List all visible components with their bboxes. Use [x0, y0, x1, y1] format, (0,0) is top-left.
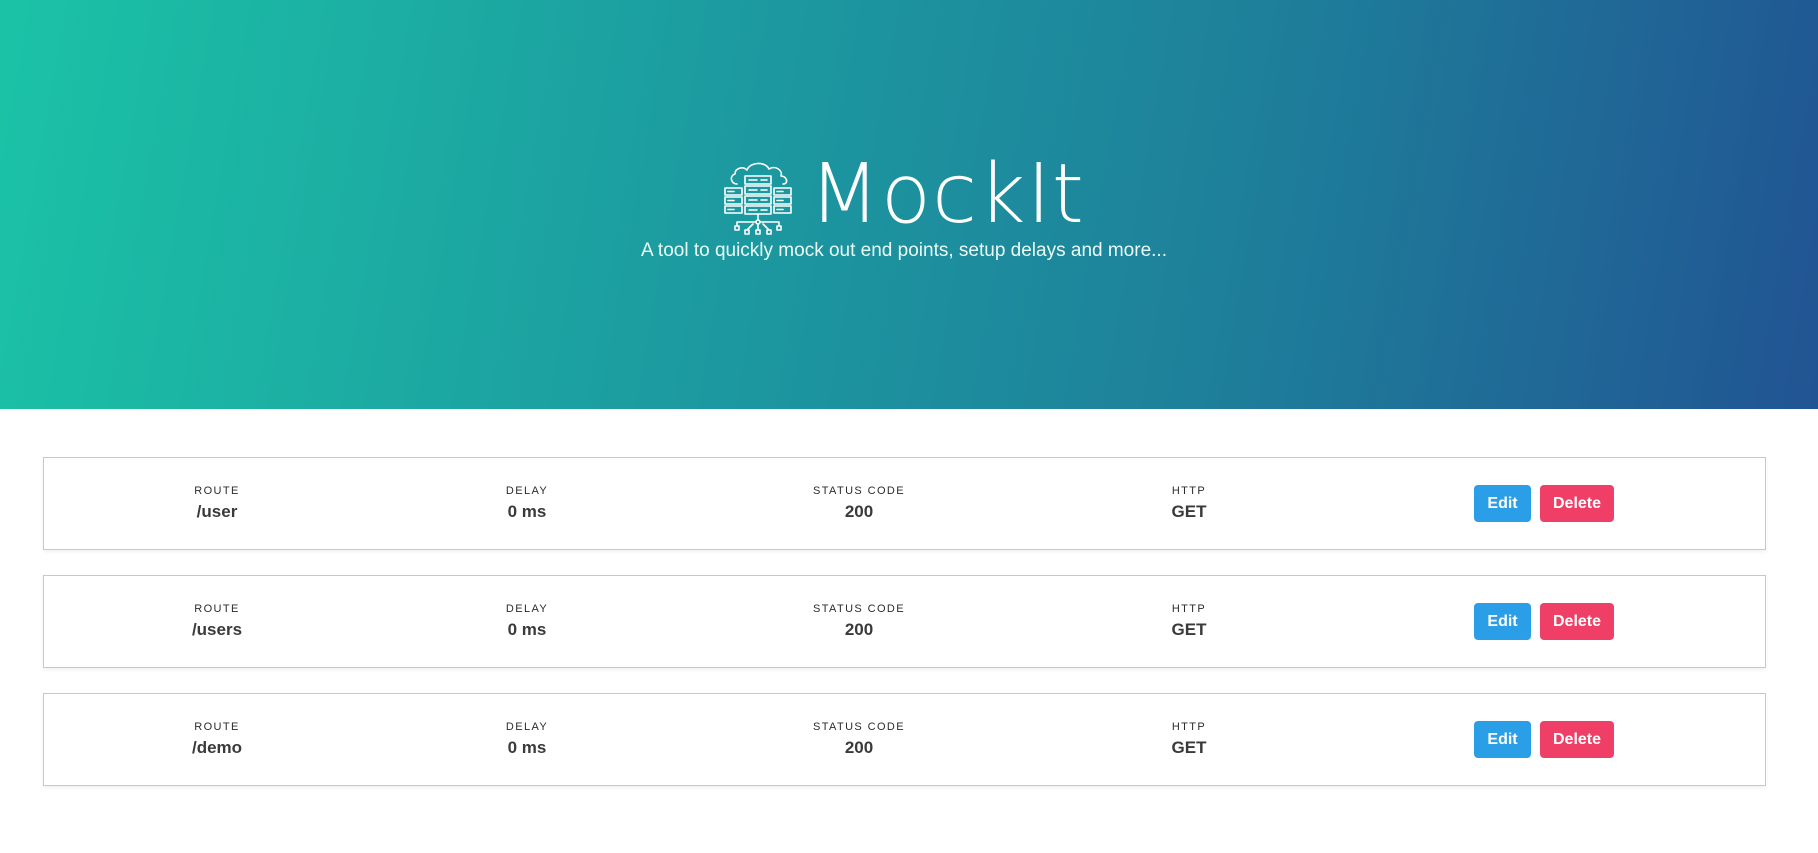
http-method-value: GET — [1171, 738, 1207, 757]
app-title: MockIt — [809, 147, 1085, 242]
http-label: HTTP — [1171, 485, 1207, 497]
tagline: A tool to quickly mock out end points, s… — [641, 240, 1167, 261]
delay-cell: DELAY 0 ms — [506, 602, 548, 641]
route-actions: Edit Delete — [1474, 603, 1614, 640]
status-code-cell: STATUS CODE 200 — [813, 602, 905, 641]
delay-label: DELAY — [505, 485, 549, 497]
status-code-cell: STATUS CODE 200 — [813, 720, 905, 759]
route-cell: ROUTE /demo — [192, 720, 242, 759]
cloud-server-network-icon — [724, 162, 792, 235]
status-code-value: 200 — [844, 738, 874, 757]
delete-button[interactable]: Delete — [1540, 603, 1614, 640]
http-label: HTTP — [1171, 721, 1207, 733]
status-code-cell: STATUS CODE 200 — [813, 484, 905, 523]
edit-button[interactable]: Edit — [1474, 721, 1531, 758]
http-cell: HTTP GET — [1172, 484, 1207, 523]
route-label: ROUTE — [194, 485, 240, 497]
route-list: ROUTE /user DELAY 0 ms STATUS CODE 200 H… — [43, 457, 1766, 811]
delay-label: DELAY — [505, 721, 549, 733]
brand: MockIt — [0, 150, 1808, 240]
route-cell: ROUTE /users — [192, 602, 242, 641]
route-value: /users — [191, 620, 243, 639]
status-code-value: 200 — [844, 502, 874, 521]
status-code-label: STATUS CODE — [813, 721, 905, 733]
delay-value: 0 ms — [507, 738, 547, 757]
delay-cell: DELAY 0 ms — [506, 484, 548, 523]
route-card: ROUTE /demo DELAY 0 ms STATUS CODE 200 H… — [43, 693, 1766, 786]
route-value: /user — [196, 502, 238, 521]
route-actions: Edit Delete — [1474, 485, 1614, 522]
route-cell: ROUTE /user — [194, 484, 240, 523]
delay-value: 0 ms — [507, 502, 547, 521]
route-actions: Edit Delete — [1474, 721, 1614, 758]
http-method-value: GET — [1171, 620, 1207, 639]
status-code-label: STATUS CODE — [813, 485, 905, 497]
route-label: ROUTE — [194, 603, 240, 615]
status-code-label: STATUS CODE — [813, 603, 905, 615]
http-label: HTTP — [1171, 603, 1207, 615]
delay-cell: DELAY 0 ms — [506, 720, 548, 759]
edit-button[interactable]: Edit — [1474, 485, 1531, 522]
route-card: ROUTE /users DELAY 0 ms STATUS CODE 200 … — [43, 575, 1766, 668]
route-value: /demo — [191, 738, 243, 757]
route-label: ROUTE — [194, 721, 240, 733]
delete-button[interactable]: Delete — [1540, 485, 1614, 522]
edit-button[interactable]: Edit — [1474, 603, 1531, 640]
hero-banner: MockIt A tool to quickly mock out end po… — [0, 0, 1818, 409]
delay-value: 0 ms — [507, 620, 547, 639]
delay-label: DELAY — [505, 603, 549, 615]
status-code-value: 200 — [844, 620, 874, 639]
delete-button[interactable]: Delete — [1540, 721, 1614, 758]
http-cell: HTTP GET — [1172, 720, 1207, 759]
route-card: ROUTE /user DELAY 0 ms STATUS CODE 200 H… — [43, 457, 1766, 550]
http-cell: HTTP GET — [1172, 602, 1207, 641]
http-method-value: GET — [1171, 502, 1207, 521]
